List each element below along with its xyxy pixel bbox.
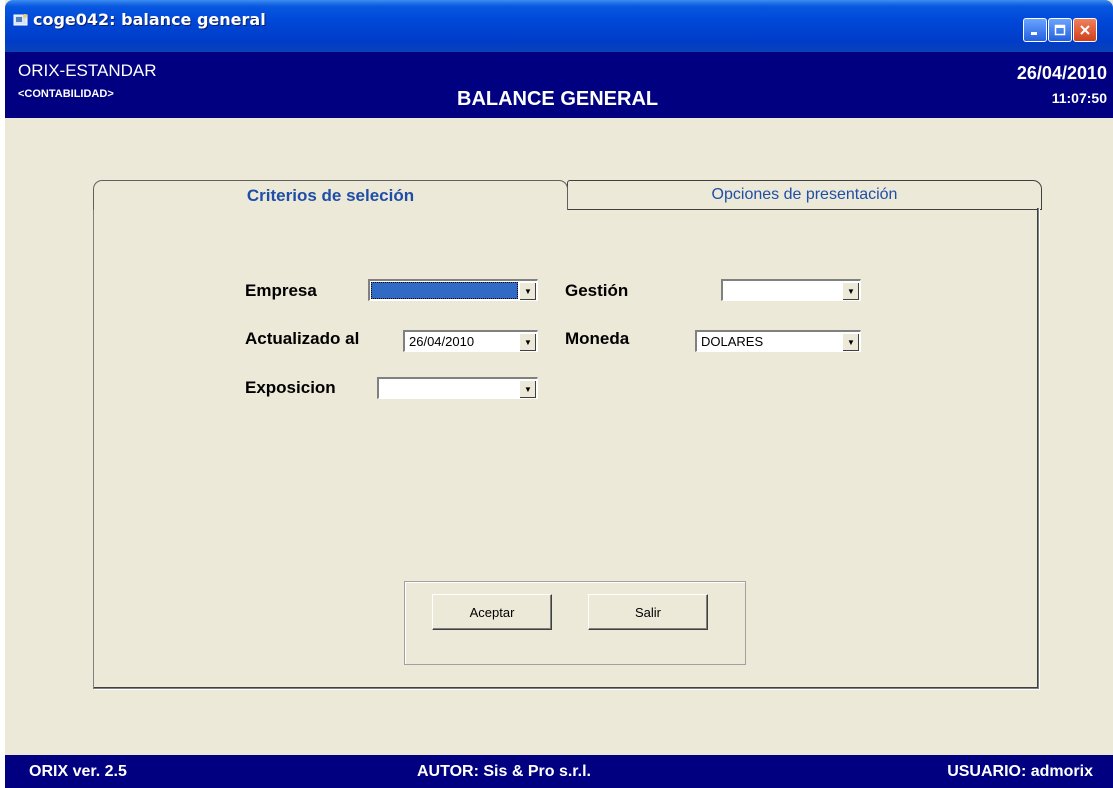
actualizado-combo[interactable]: 26/04/2010 ▼ [403, 330, 538, 352]
header-date: 26/04/2010 [1016, 63, 1107, 83]
empresa-label: Empresa [245, 281, 317, 300]
user-text: USUARIO: admorix [947, 763, 1093, 780]
tab-label: Criterios de seleción [246, 185, 415, 205]
application-window: coge042: balance general ORIX-ESTANDAR <… [5, 0, 1113, 788]
chevron-down-icon[interactable]: ▼ [519, 380, 536, 398]
author-text: AUTOR: Sis & Pro s.r.l. [417, 763, 591, 780]
minimize-icon [1031, 32, 1037, 35]
header-time: 11:07:50 [1051, 90, 1107, 106]
exposicion-combo[interactable]: ▼ [377, 377, 538, 399]
app-header: ORIX-ESTANDAR <CONTABILIDAD> BALANCE GEN… [5, 52, 1113, 118]
empresa-combo[interactable]: ▼ [368, 279, 538, 301]
selection-highlight [371, 282, 518, 299]
chevron-down-icon[interactable]: ▼ [842, 333, 859, 351]
module-name: <CONTABILIDAD> [18, 88, 114, 100]
maximize-icon [1054, 24, 1066, 36]
version-text: ORIX ver. 2.5 [29, 763, 127, 780]
gestion-combo[interactable]: ▼ [721, 279, 861, 301]
maximize-button[interactable] [1048, 18, 1072, 42]
company-name: ORIX-ESTANDAR [18, 61, 157, 80]
tab-criterios-seleccion[interactable]: Criterios de seleción [93, 180, 568, 210]
moneda-combo[interactable]: DOLARES ▼ [695, 330, 861, 352]
tab-label: Opciones de presentación [711, 186, 898, 203]
page-title: BALANCE GENERAL [457, 88, 659, 110]
chevron-down-icon[interactable]: ▼ [519, 333, 536, 351]
chevron-down-icon[interactable]: ▼ [842, 282, 859, 300]
salir-button[interactable]: Salir [588, 594, 708, 630]
close-icon [1080, 25, 1090, 35]
status-bar: ORIX ver. 2.5 AUTOR: Sis & Pro s.r.l. US… [5, 755, 1113, 788]
gestion-label: Gestión [565, 281, 629, 300]
window-titlebar[interactable]: coge042: balance general [5, 0, 1113, 52]
actualizado-label: Actualizado al [245, 329, 360, 348]
chevron-down-icon[interactable]: ▼ [519, 282, 536, 300]
window-title: coge042: balance general [33, 10, 266, 29]
tab-opciones-presentacion[interactable]: Opciones de presentación [567, 180, 1042, 210]
minimize-button[interactable] [1023, 18, 1047, 42]
moneda-label: Moneda [565, 329, 630, 348]
exposicion-label: Exposicion [245, 378, 336, 397]
app-window-icon [13, 14, 28, 26]
aceptar-button[interactable]: Aceptar [432, 594, 552, 630]
moneda-value: DOLARES [701, 334, 764, 349]
actualizado-value: 26/04/2010 [409, 334, 475, 349]
close-button[interactable] [1073, 18, 1097, 42]
